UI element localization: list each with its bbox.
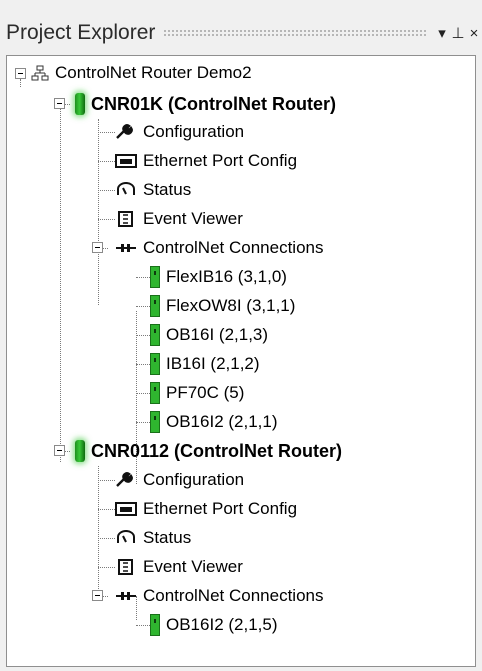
tree-item-configuration[interactable]: Configuration [115,119,244,145]
module-item[interactable]: OB16I2 (2,1,1) [150,409,278,435]
module-icon [150,411,160,433]
configuration-label: Configuration [143,122,245,141]
project-tree[interactable]: ControlNet Router Demo2 CNR01K (ControlN… [6,55,476,667]
router-1-label: CNR01K (ControlNet Router) [91,93,336,114]
tree-item-ethernet-port-config[interactable]: Ethernet Port Config [115,148,297,174]
controlnet-connections-label: ControlNet Connections [143,238,324,257]
ethernet-port-icon [115,153,137,169]
collapse-toggle-router-2[interactable] [54,445,65,456]
tree-item-configuration[interactable]: Configuration [115,467,244,493]
module-label: IB16I (2,1,2) [166,354,260,373]
project-icon [31,65,49,82]
connections-icon [115,588,137,604]
ethernet-port-config-label: Ethernet Port Config [143,151,298,170]
collapse-toggle-connections-1[interactable] [92,242,103,253]
module-item[interactable]: OB16I2 (2,1,5) [150,612,278,638]
collapse-toggle-connections-2[interactable] [92,590,103,601]
router-2-label: CNR0112 (ControlNet Router) [91,440,343,461]
status-gauge-icon [115,182,137,198]
module-label: FlexOW8I (3,1,1) [166,296,296,315]
router-icon [75,440,85,462]
module-item[interactable]: OB16I (2,1,3) [150,322,268,348]
ethernet-port-icon [115,501,137,517]
module-icon [150,382,160,404]
event-viewer-icon [115,559,137,575]
connections-icon [115,240,137,256]
ethernet-port-config-label: Ethernet Port Config [143,499,298,518]
project-explorer-panel: Project Explorer ▾ ⊥ × ControlNet Router… [0,0,482,671]
module-item[interactable]: IB16I (2,1,2) [150,351,260,377]
tree-item-event-viewer[interactable]: Event Viewer [115,554,243,580]
module-label: OB16I2 (2,1,1) [166,412,278,431]
status-label: Status [143,180,192,199]
tree-router-2[interactable]: CNR0112 (ControlNet Router) [75,438,342,464]
module-item[interactable]: FlexOW8I (3,1,1) [150,293,295,319]
event-viewer-label: Event Viewer [143,209,243,228]
module-icon [150,324,160,346]
dropdown-icon[interactable]: ▾ [434,24,450,42]
tree-root-label: ControlNet Router Demo2 [55,63,252,82]
module-icon [150,353,160,375]
module-label: PF70C (5) [166,383,245,402]
module-label: FlexIB16 (3,1,0) [166,267,287,286]
collapse-toggle-router-1[interactable] [54,98,65,109]
tree-item-status[interactable]: Status [115,525,191,551]
pin-icon[interactable]: ⊥ [450,24,466,42]
panel-title: Project Explorer [6,21,156,44]
router-icon [75,93,85,115]
panel-titlebar: Project Explorer ▾ ⊥ × [0,14,482,52]
tree-router-1[interactable]: CNR01K (ControlNet Router) [75,91,336,117]
module-icon [150,295,160,317]
configuration-label: Configuration [143,470,245,489]
status-label: Status [143,528,192,547]
close-icon[interactable]: × [466,25,482,42]
module-item[interactable]: FlexIB16 (3,1,0) [150,264,287,290]
tree-item-status[interactable]: Status [115,177,191,203]
module-label: OB16I (2,1,3) [166,325,269,344]
module-label: OB16I2 (2,1,5) [166,615,278,634]
drag-grip[interactable] [163,28,428,38]
wrench-icon [115,472,137,488]
tree-item-event-viewer[interactable]: Event Viewer [115,206,243,232]
module-item[interactable]: PF70C (5) [150,380,244,406]
status-gauge-icon [115,530,137,546]
event-viewer-label: Event Viewer [143,557,243,576]
tree-root[interactable]: ControlNet Router Demo2 [31,60,252,86]
tree-item-controlnet-connections[interactable]: ControlNet Connections [115,235,323,261]
wrench-icon [115,124,137,140]
module-icon [150,266,160,288]
collapse-toggle-root[interactable] [15,68,26,79]
tree-item-ethernet-port-config[interactable]: Ethernet Port Config [115,496,297,522]
event-viewer-icon [115,211,137,227]
module-icon [150,614,160,636]
controlnet-connections-label: ControlNet Connections [143,586,324,605]
tree-item-controlnet-connections[interactable]: ControlNet Connections [115,583,323,609]
